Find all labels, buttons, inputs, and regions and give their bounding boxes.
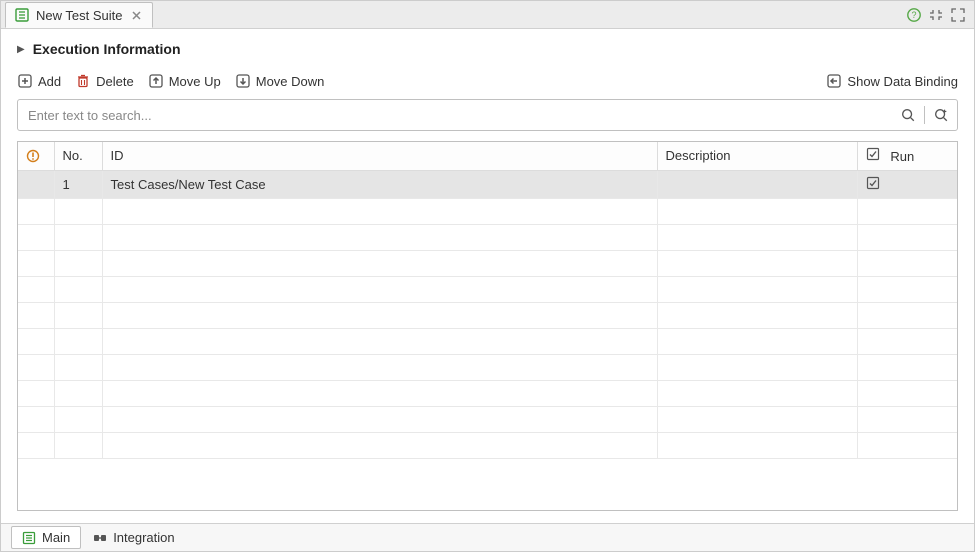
run-header-label: Run bbox=[890, 149, 914, 164]
maximize-icon[interactable] bbox=[950, 7, 966, 23]
add-icon bbox=[17, 73, 33, 89]
table-row[interactable] bbox=[18, 354, 957, 380]
column-header-id[interactable]: ID bbox=[102, 142, 657, 170]
column-header-description[interactable]: Description bbox=[657, 142, 857, 170]
editor-tab[interactable]: New Test Suite bbox=[5, 2, 153, 28]
cell-description bbox=[657, 170, 857, 198]
show-data-binding-button[interactable]: Show Data Binding bbox=[826, 73, 958, 89]
move-up-label: Move Up bbox=[169, 74, 221, 89]
toolbar: Add Delete Move Up bbox=[1, 69, 974, 99]
integration-icon bbox=[93, 531, 107, 545]
table-row[interactable] bbox=[18, 406, 957, 432]
search-add-icon[interactable] bbox=[933, 107, 949, 123]
table-row[interactable] bbox=[18, 198, 957, 224]
column-header-warning[interactable] bbox=[18, 142, 54, 170]
table-row[interactable] bbox=[18, 224, 957, 250]
warning-icon bbox=[26, 149, 46, 163]
move-up-button[interactable]: Move Up bbox=[148, 73, 221, 89]
table-header-row: No. ID Description Run bbox=[18, 142, 957, 170]
section-header[interactable]: ▶ Execution Information bbox=[1, 29, 974, 69]
add-button[interactable]: Add bbox=[17, 73, 61, 89]
show-data-binding-label: Show Data Binding bbox=[847, 74, 958, 89]
close-icon[interactable] bbox=[128, 7, 144, 23]
search-input[interactable] bbox=[18, 100, 892, 130]
search-icon[interactable] bbox=[900, 107, 916, 123]
test-case-table: No. ID Description Run 1 Te bbox=[17, 141, 958, 511]
divider bbox=[924, 106, 925, 124]
table-row[interactable] bbox=[18, 276, 957, 302]
cell-run bbox=[857, 170, 957, 198]
arrow-up-icon bbox=[148, 73, 164, 89]
test-suite-icon bbox=[22, 531, 36, 545]
add-label: Add bbox=[38, 74, 61, 89]
test-suite-icon bbox=[14, 7, 30, 23]
move-down-label: Move Down bbox=[256, 74, 325, 89]
search-bar bbox=[17, 99, 958, 131]
table-row[interactable] bbox=[18, 380, 957, 406]
editor-tab-bar: New Test Suite ? bbox=[1, 1, 974, 29]
disclosure-triangle-icon: ▶ bbox=[17, 44, 25, 55]
column-header-no[interactable]: No. bbox=[54, 142, 102, 170]
table-row[interactable] bbox=[18, 302, 957, 328]
table-row[interactable] bbox=[18, 328, 957, 354]
table-row[interactable] bbox=[18, 250, 957, 276]
trash-icon bbox=[75, 73, 91, 89]
svg-text:?: ? bbox=[911, 10, 916, 20]
arrow-left-icon bbox=[826, 73, 842, 89]
arrow-down-icon bbox=[235, 73, 251, 89]
tab-integration-label: Integration bbox=[113, 530, 174, 545]
bottom-tab-bar: Main Integration bbox=[1, 523, 974, 551]
row-checkbox-icon[interactable] bbox=[866, 176, 880, 190]
tab-integration[interactable]: Integration bbox=[83, 527, 184, 548]
table-row[interactable]: 1 Test Cases/New Test Case bbox=[18, 170, 957, 198]
section-title: Execution Information bbox=[33, 41, 181, 57]
cell-no: 1 bbox=[54, 170, 102, 198]
table-row[interactable] bbox=[18, 432, 957, 458]
tab-main[interactable]: Main bbox=[11, 526, 81, 549]
move-down-button[interactable]: Move Down bbox=[235, 73, 325, 89]
delete-button[interactable]: Delete bbox=[75, 73, 134, 89]
delete-label: Delete bbox=[96, 74, 134, 89]
checkbox-icon[interactable] bbox=[866, 147, 880, 161]
cell-id: Test Cases/New Test Case bbox=[102, 170, 657, 198]
column-header-run[interactable]: Run bbox=[857, 142, 957, 170]
tab-main-label: Main bbox=[42, 530, 70, 545]
help-icon[interactable]: ? bbox=[906, 7, 922, 23]
minimize-icon[interactable] bbox=[928, 7, 944, 23]
editor-tab-title: New Test Suite bbox=[36, 8, 122, 23]
